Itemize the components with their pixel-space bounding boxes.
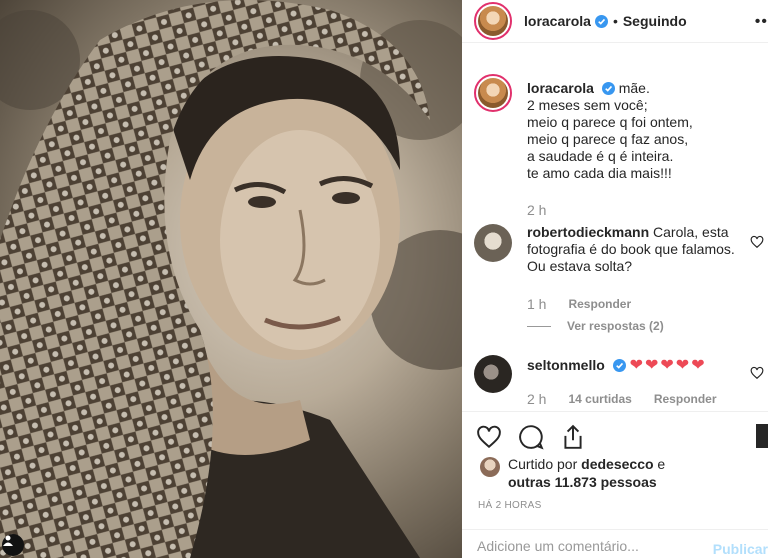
- portrait-illustration: [0, 0, 462, 558]
- comment-username[interactable]: robertodieckmann: [527, 224, 649, 240]
- share-icon[interactable]: [560, 424, 586, 450]
- caption-line: meio q parece q foi ontem,: [527, 114, 693, 130]
- more-options-icon[interactable]: ••: [755, 13, 768, 31]
- view-replies-row[interactable]: Ver respostas (2): [527, 319, 664, 333]
- like-heart-icon[interactable]: [476, 424, 502, 450]
- comment-meta: 1 h Responder: [527, 296, 631, 312]
- like-comment-heart-icon[interactable]: [750, 366, 764, 380]
- reply-button[interactable]: Responder: [568, 297, 631, 311]
- caption-time[interactable]: 2 h: [527, 202, 546, 218]
- commenter-avatar[interactable]: [474, 224, 512, 262]
- caption-username[interactable]: loracarola: [527, 80, 594, 96]
- likes-summary: Curtido por dedesecco e outras 11.873 pe…: [480, 455, 665, 491]
- comment-time[interactable]: 1 h: [527, 296, 546, 312]
- like-comment-heart-icon[interactable]: [750, 235, 764, 249]
- commenter-verified-badge-icon: [612, 359, 626, 372]
- comment-text: ❤❤❤❤❤: [629, 357, 707, 374]
- comment-row: robertodieckmann Carola, esta fotografia…: [474, 224, 737, 275]
- caption-line: te amo cada dia mais!!!: [527, 165, 672, 181]
- post-side-panel: loracarola • Seguindo •• loracarola mãe.…: [462, 0, 768, 558]
- comment-time[interactable]: 2 h: [527, 391, 546, 407]
- liked-by-others[interactable]: outras 11.873 pessoas: [508, 474, 657, 490]
- commenter-avatar[interactable]: [474, 355, 512, 393]
- tagged-users-icon[interactable]: [2, 534, 24, 556]
- author-username[interactable]: loracarola: [524, 13, 591, 29]
- comment-username[interactable]: seltonmello: [527, 357, 605, 373]
- author-avatar[interactable]: [474, 2, 512, 40]
- caption-line: 2 meses sem você;: [527, 97, 648, 113]
- caption-verified-badge-icon: [601, 82, 615, 95]
- caption-row: loracarola mãe. 2 meses sem você; meio q…: [474, 74, 693, 182]
- comment-input[interactable]: [477, 538, 707, 554]
- liker-avatar[interactable]: [480, 457, 500, 477]
- caption-line: a saudade é q é inteira.: [527, 148, 674, 164]
- header-separator: •: [612, 13, 618, 29]
- publish-button[interactable]: Publicar: [713, 541, 768, 557]
- liked-by-connector: e: [657, 456, 666, 472]
- liked-by-user[interactable]: dedesecco: [581, 456, 653, 472]
- replies-divider: [527, 326, 551, 328]
- post-photo[interactable]: [0, 0, 462, 558]
- caption-author-avatar[interactable]: [474, 74, 512, 112]
- reply-button[interactable]: Responder: [654, 392, 717, 406]
- post-header: loracarola • Seguindo ••: [462, 0, 768, 43]
- comment-likes[interactable]: 14 curtidas: [568, 392, 631, 406]
- comment-bubble-icon[interactable]: [518, 424, 544, 450]
- comment-row: seltonmello ❤❤❤❤❤: [474, 355, 707, 393]
- caption-line: mãe.: [618, 80, 650, 96]
- comment-meta: 2 h 14 curtidas Responder: [527, 391, 717, 407]
- liked-by-prefix: Curtido por: [508, 456, 578, 472]
- save-bookmark-icon[interactable]: [756, 424, 768, 448]
- action-bar: [462, 411, 768, 450]
- following-button[interactable]: Seguindo: [623, 13, 687, 29]
- view-replies-button[interactable]: Ver respostas (2): [567, 319, 664, 333]
- verified-badge-icon: [594, 14, 608, 28]
- comments-list[interactable]: loracarola mãe. 2 meses sem você; meio q…: [462, 60, 768, 410]
- caption-meta: 2 h: [527, 202, 546, 218]
- post-timestamp[interactable]: HÁ 2 HORAS: [478, 500, 542, 511]
- caption-line: meio q parece q faz anos,: [527, 131, 689, 147]
- add-comment-bar: Publicar: [462, 529, 768, 558]
